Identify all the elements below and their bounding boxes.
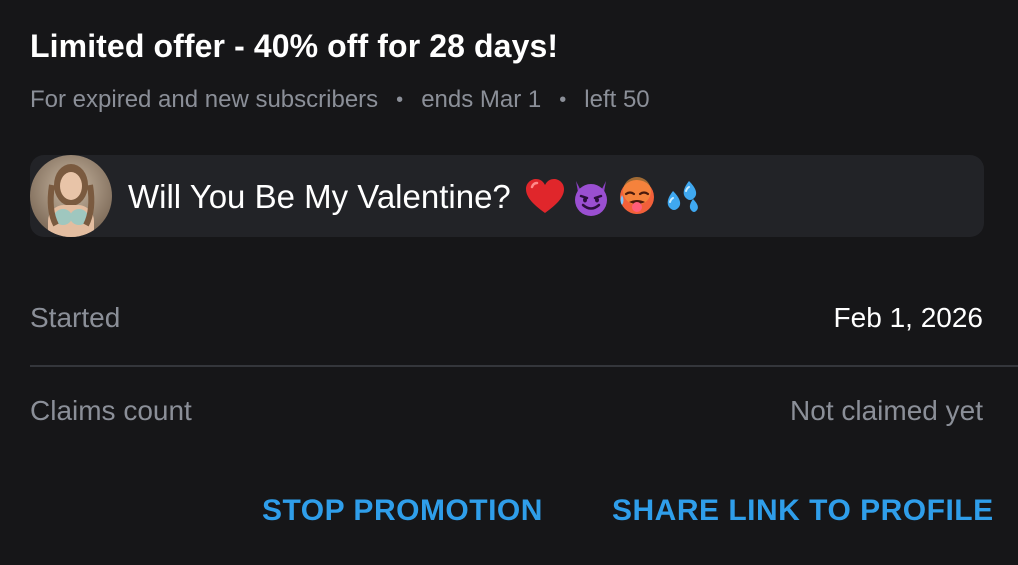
claims-count-value: Not claimed yet — [790, 395, 983, 426]
separator-dot: • — [396, 88, 404, 111]
stop-promotion-button[interactable]: STOP PROMOTION — [262, 494, 543, 528]
offer-audience: For expired and new subscribers — [30, 86, 379, 113]
promotion-message-card[interactable]: Will You Be My Valentine? — [30, 155, 984, 237]
offer-title: Limited offer - 40% off for 28 days! — [30, 28, 559, 64]
emoji-group — [523, 175, 705, 219]
sweat-droplets-emoji — [667, 181, 698, 212]
promotion-message: Will You Be My Valentine? — [128, 175, 705, 219]
offer-remaining-count: left 50 — [584, 86, 650, 113]
offer-end-date: ends Mar 1 — [421, 86, 542, 113]
smiling-devil-emoji — [574, 181, 607, 216]
share-link-to-profile-button[interactable]: SHARE LINK TO PROFILE — [612, 494, 994, 528]
red-heart-emoji — [525, 179, 564, 213]
offer-subtitle: For expired and new subscribers • ends M… — [30, 86, 650, 114]
divider — [30, 365, 1018, 367]
promotion-message-text: Will You Be My Valentine? — [128, 178, 511, 215]
separator-dot: • — [559, 88, 567, 111]
started-label: Started — [30, 302, 121, 333]
avatar[interactable] — [30, 155, 112, 237]
claims-count-label: Claims count — [30, 395, 192, 426]
started-date: Feb 1, 2026 — [833, 302, 983, 333]
hot-face-emoji — [619, 177, 654, 214]
